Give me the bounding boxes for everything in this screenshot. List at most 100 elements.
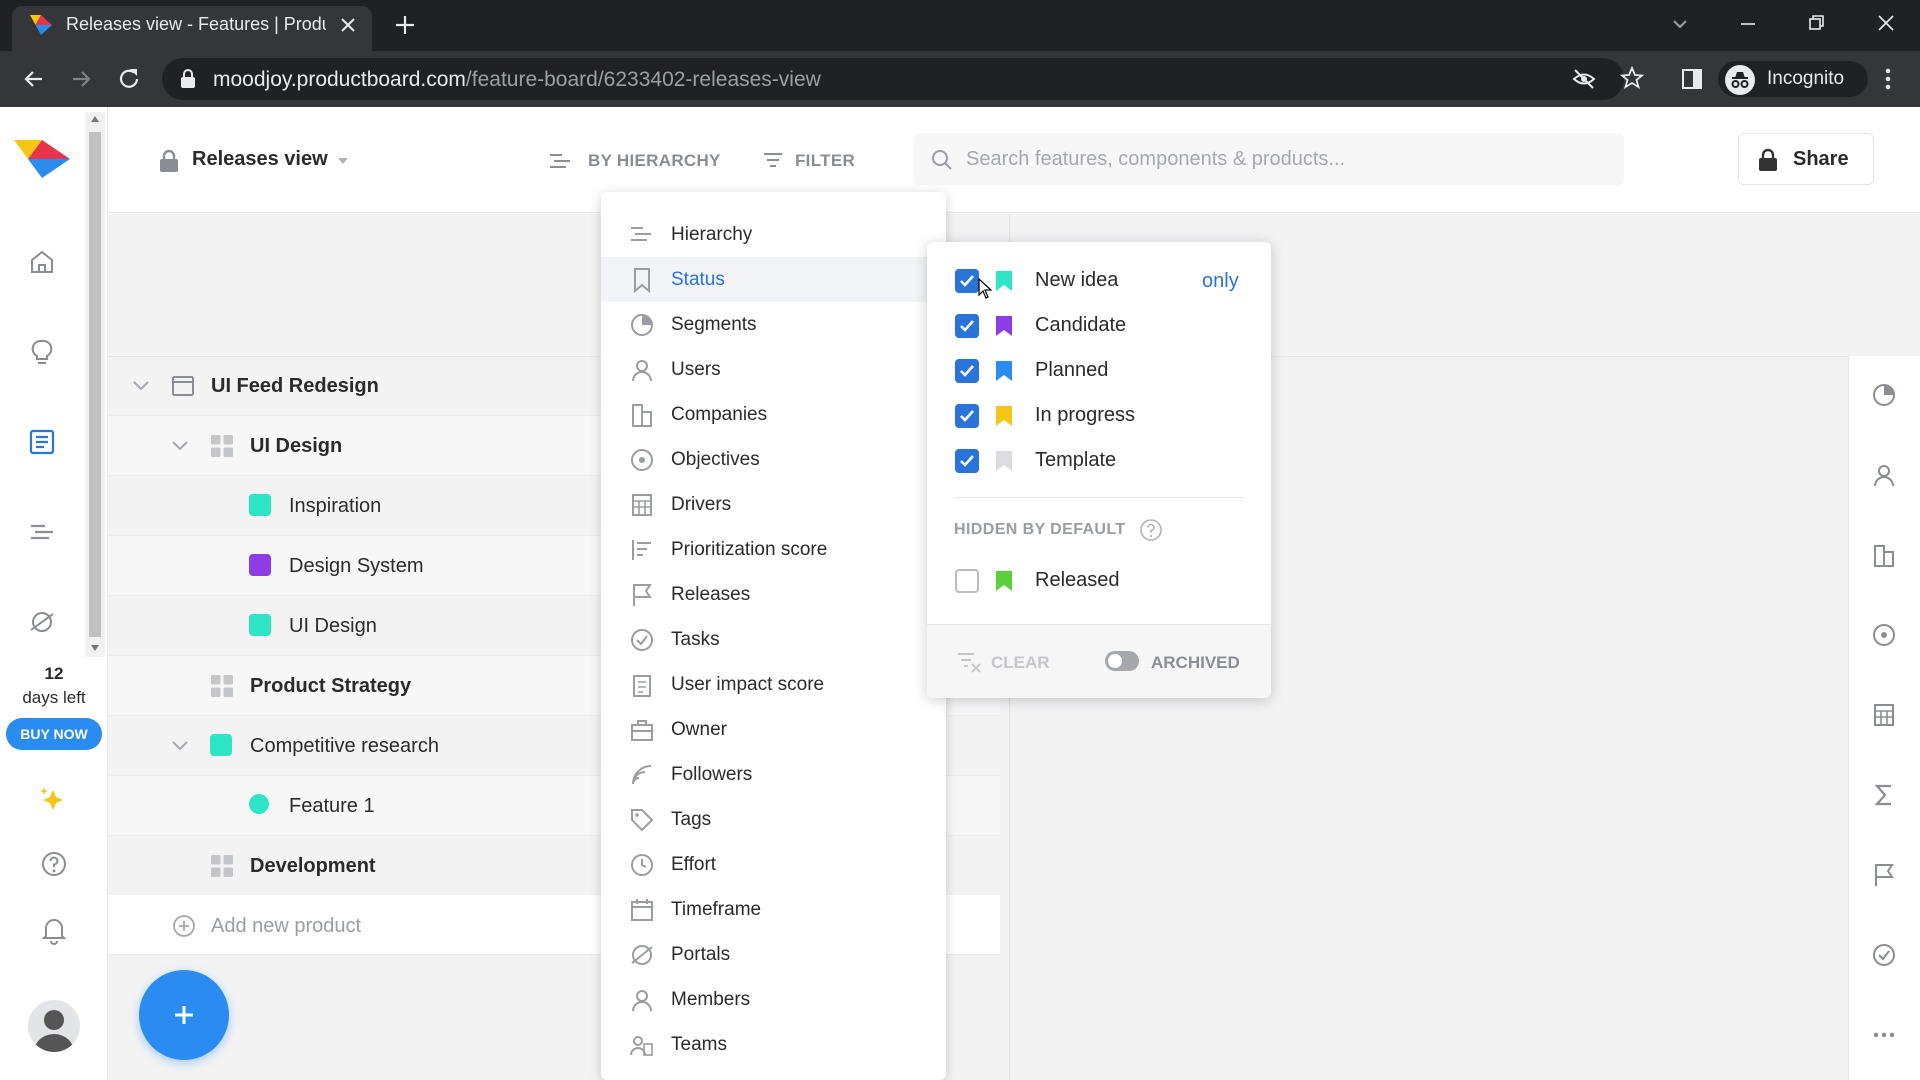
features-board-icon[interactable] (28, 428, 56, 456)
clock-icon (629, 852, 655, 878)
calendar-icon (629, 897, 655, 923)
window-close-icon[interactable] (1876, 13, 1896, 33)
filter-menu-item[interactable]: Portals (601, 932, 946, 977)
clear-button[interactable]: CLEAR (991, 653, 1050, 673)
filter-menu-item-label: Tags (671, 808, 712, 830)
create-fab-button[interactable] (139, 970, 229, 1060)
filter-menu-item-label: Status (671, 268, 725, 290)
side-panel-icon[interactable] (1680, 67, 1704, 91)
back-arrow-icon[interactable] (22, 67, 46, 91)
filter-menu-item[interactable]: Users (601, 347, 946, 392)
feature-status-square (249, 554, 271, 576)
target-icon[interactable] (1871, 622, 1897, 648)
filter-menu-item[interactable]: Releases (601, 572, 946, 617)
status-checkbox[interactable] (955, 313, 979, 338)
status-option[interactable]: In progress (927, 393, 1271, 438)
filter-button[interactable]: FILTER (795, 151, 855, 171)
filter-menu-item-label: Portals (671, 943, 731, 965)
lock-icon[interactable] (180, 69, 196, 89)
view-dropdown-caret-icon[interactable] (337, 157, 349, 165)
filter-menu-item[interactable]: Effort (601, 842, 946, 887)
filter-menu-item[interactable]: Companies (601, 392, 946, 437)
tree-row-label: UI Design (250, 435, 343, 457)
eye-off-icon[interactable] (1572, 67, 1596, 91)
filter-menu-item[interactable]: Owner (601, 707, 946, 752)
status-option[interactable]: Released (927, 558, 1271, 603)
feature-status-square (249, 494, 271, 516)
by-hierarchy-button[interactable]: BY HIERARCHY (588, 151, 721, 171)
status-option[interactable]: Template (927, 438, 1271, 483)
status-flag-icon (995, 570, 1013, 592)
briefcase-icon (629, 717, 655, 743)
productboard-logo-icon[interactable] (14, 140, 70, 178)
filter-menu-item-label: Effort (671, 853, 717, 875)
hidden-help-icon[interactable] (1139, 518, 1163, 542)
view-name[interactable]: Releases view (192, 148, 328, 171)
buy-now-button[interactable]: BUY NOW (6, 718, 102, 750)
user-avatar[interactable] (28, 1000, 80, 1052)
plus-icon (175, 1006, 193, 1024)
url-text[interactable]: moodjoy.productboard.com/feature-board/6… (213, 68, 821, 92)
trial-days-label: days left (22, 688, 86, 707)
window-restore-icon[interactable] (1807, 13, 1827, 33)
browser-menu-kebab-icon[interactable] (1878, 66, 1898, 92)
archived-toggle[interactable] (1105, 651, 1139, 671)
reload-icon[interactable] (116, 66, 142, 92)
filter-icon[interactable] (762, 150, 784, 172)
window-minimize-icon[interactable] (1738, 14, 1758, 34)
hierarchy-sort-icon[interactable] (548, 150, 572, 172)
filter-menu-item[interactable]: Tasks (601, 617, 946, 662)
status-checkbox[interactable] (955, 403, 979, 428)
clear-filter-icon[interactable] (956, 650, 982, 674)
filter-menu-item[interactable]: Segments (601, 302, 946, 347)
filter-menu-item[interactable]: Teams (601, 1022, 946, 1067)
insights-bulb-icon[interactable] (28, 338, 56, 366)
roadmap-icon[interactable] (28, 518, 56, 546)
calculator-icon[interactable] (1871, 702, 1897, 728)
only-link[interactable]: only (1202, 270, 1239, 293)
status-checkbox[interactable] (955, 268, 979, 293)
help-icon[interactable] (40, 850, 68, 878)
submenu-divider (954, 497, 1244, 498)
filter-menu-item[interactable]: Hierarchy (601, 212, 946, 257)
notifications-bell-icon[interactable] (40, 915, 68, 945)
status-option-label: Released (1035, 569, 1120, 591)
status-option[interactable]: Candidate (927, 303, 1271, 348)
building-icon[interactable] (1871, 542, 1897, 568)
home-icon[interactable] (28, 248, 56, 276)
filter-menu-item-label: Segments (671, 313, 757, 335)
filter-menu-item[interactable]: Drivers (601, 482, 946, 527)
tab-close-icon[interactable] (338, 15, 358, 35)
sparkle-icon[interactable] (38, 784, 68, 814)
status-checkbox[interactable] (955, 358, 979, 383)
filter-menu-item[interactable]: Prioritization score (601, 527, 946, 572)
status-checkbox[interactable] (955, 568, 979, 593)
chevron-down-icon[interactable] (171, 440, 189, 452)
sigma-icon[interactable] (1871, 782, 1897, 808)
component-grid-icon (210, 674, 234, 698)
user-icon[interactable] (1871, 462, 1897, 488)
portal-icon[interactable] (28, 608, 56, 636)
check-circle-icon[interactable] (1871, 942, 1897, 968)
bookmark-star-icon[interactable] (1620, 66, 1644, 90)
flag-icon[interactable] (1871, 862, 1897, 888)
filter-menu-item[interactable]: Timeframe (601, 887, 946, 932)
filter-menu-item[interactable]: Members (601, 977, 946, 1022)
pie-icon[interactable] (1871, 382, 1897, 408)
new-tab-icon[interactable] (394, 14, 416, 36)
forward-arrow-icon[interactable] (69, 67, 93, 91)
tab-search-chevron-icon[interactable] (1670, 14, 1690, 34)
filter-menu-item[interactable]: Followers (601, 752, 946, 797)
filter-menu-item[interactable]: User impact score (601, 662, 946, 707)
filter-menu-item[interactable]: Status (601, 257, 946, 302)
filter-menu-item[interactable]: Tags (601, 797, 946, 842)
status-option[interactable]: Planned (927, 348, 1271, 393)
chevron-down-icon[interactable] (132, 380, 150, 392)
chevron-down-icon[interactable] (171, 740, 189, 752)
filter-menu-item-label: Prioritization score (671, 538, 828, 560)
more-horizontal-icon[interactable] (1871, 1022, 1897, 1048)
filter-menu-item[interactable]: Objectives (601, 437, 946, 482)
status-checkbox[interactable] (955, 448, 979, 473)
tree-row-label: UI Design (289, 615, 377, 637)
left-nav-scrollbar[interactable] (85, 112, 105, 657)
